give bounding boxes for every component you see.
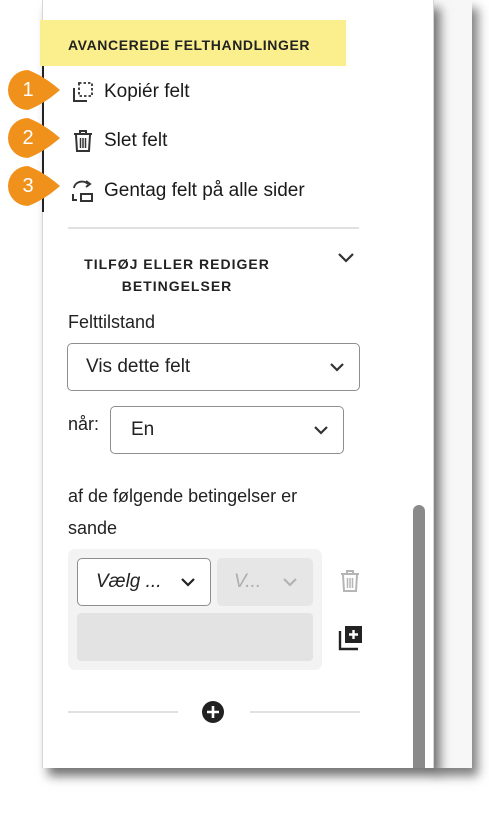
section-title-line1: TILFØJ ELLER REDIGER [84,256,270,272]
conditions-description: af de følgende betingelser er sande [68,486,298,538]
condition-field-select[interactable]: Vælg ... [77,558,211,606]
callout-badge-1: 1 [8,70,62,110]
header-title: AVANCEREDE FELTHANDLINGER [68,37,311,53]
add-copy-icon[interactable] [338,625,364,656]
repeat-field-label: Gentag felt på alle sider [104,180,305,201]
condition-field-value: Vælg ... [96,571,162,592]
callout-badge-3: 3 [8,166,62,206]
copy-field-action[interactable]: Kopiér felt [70,77,190,107]
delete-field-action[interactable]: Slet felt [70,126,167,156]
when-value: En [131,419,155,440]
section-divider [68,227,359,229]
field-state-label: Felttilstand [68,312,156,332]
copy-icon [70,79,96,105]
field-state-value: Vis dette felt [86,356,191,377]
condition-value-select[interactable]: V... [217,558,313,606]
repeat-field-action[interactable]: Gentag felt på alle sider [70,176,305,206]
when-dropdown[interactable]: En [110,406,344,454]
chevron-down-icon [313,423,329,442]
section-title-line2: BETINGELSER [121,278,233,294]
trash-icon [70,128,96,154]
delete-field-label: Slet felt [104,130,168,151]
copy-field-label: Kopiér felt [104,81,190,102]
conditions-section-title[interactable]: TILFØJ ELLER REDIGER BETINGELSER [72,253,282,297]
add-divider-right [250,711,360,713]
scrollbar[interactable] [413,505,425,768]
callout-badge-2: 2 [8,118,62,158]
chevron-down-icon [282,575,298,594]
chevron-down-icon [180,575,196,594]
field-state-dropdown[interactable]: Vis dette felt [67,343,360,391]
condition-value-value: V... [234,571,262,592]
when-label: når: [68,414,100,434]
add-condition-plus-icon[interactable] [201,700,225,729]
repeat-icon [70,178,96,204]
condition-value-input[interactable] [77,613,313,661]
advanced-actions-header: AVANCEREDE FELTHANDLINGER [40,20,346,66]
chevron-down-icon[interactable] [336,250,356,271]
delete-condition-trash-icon[interactable] [339,568,361,599]
right-strip [432,0,472,768]
chevron-down-icon [329,360,345,379]
add-divider-left [68,711,178,713]
